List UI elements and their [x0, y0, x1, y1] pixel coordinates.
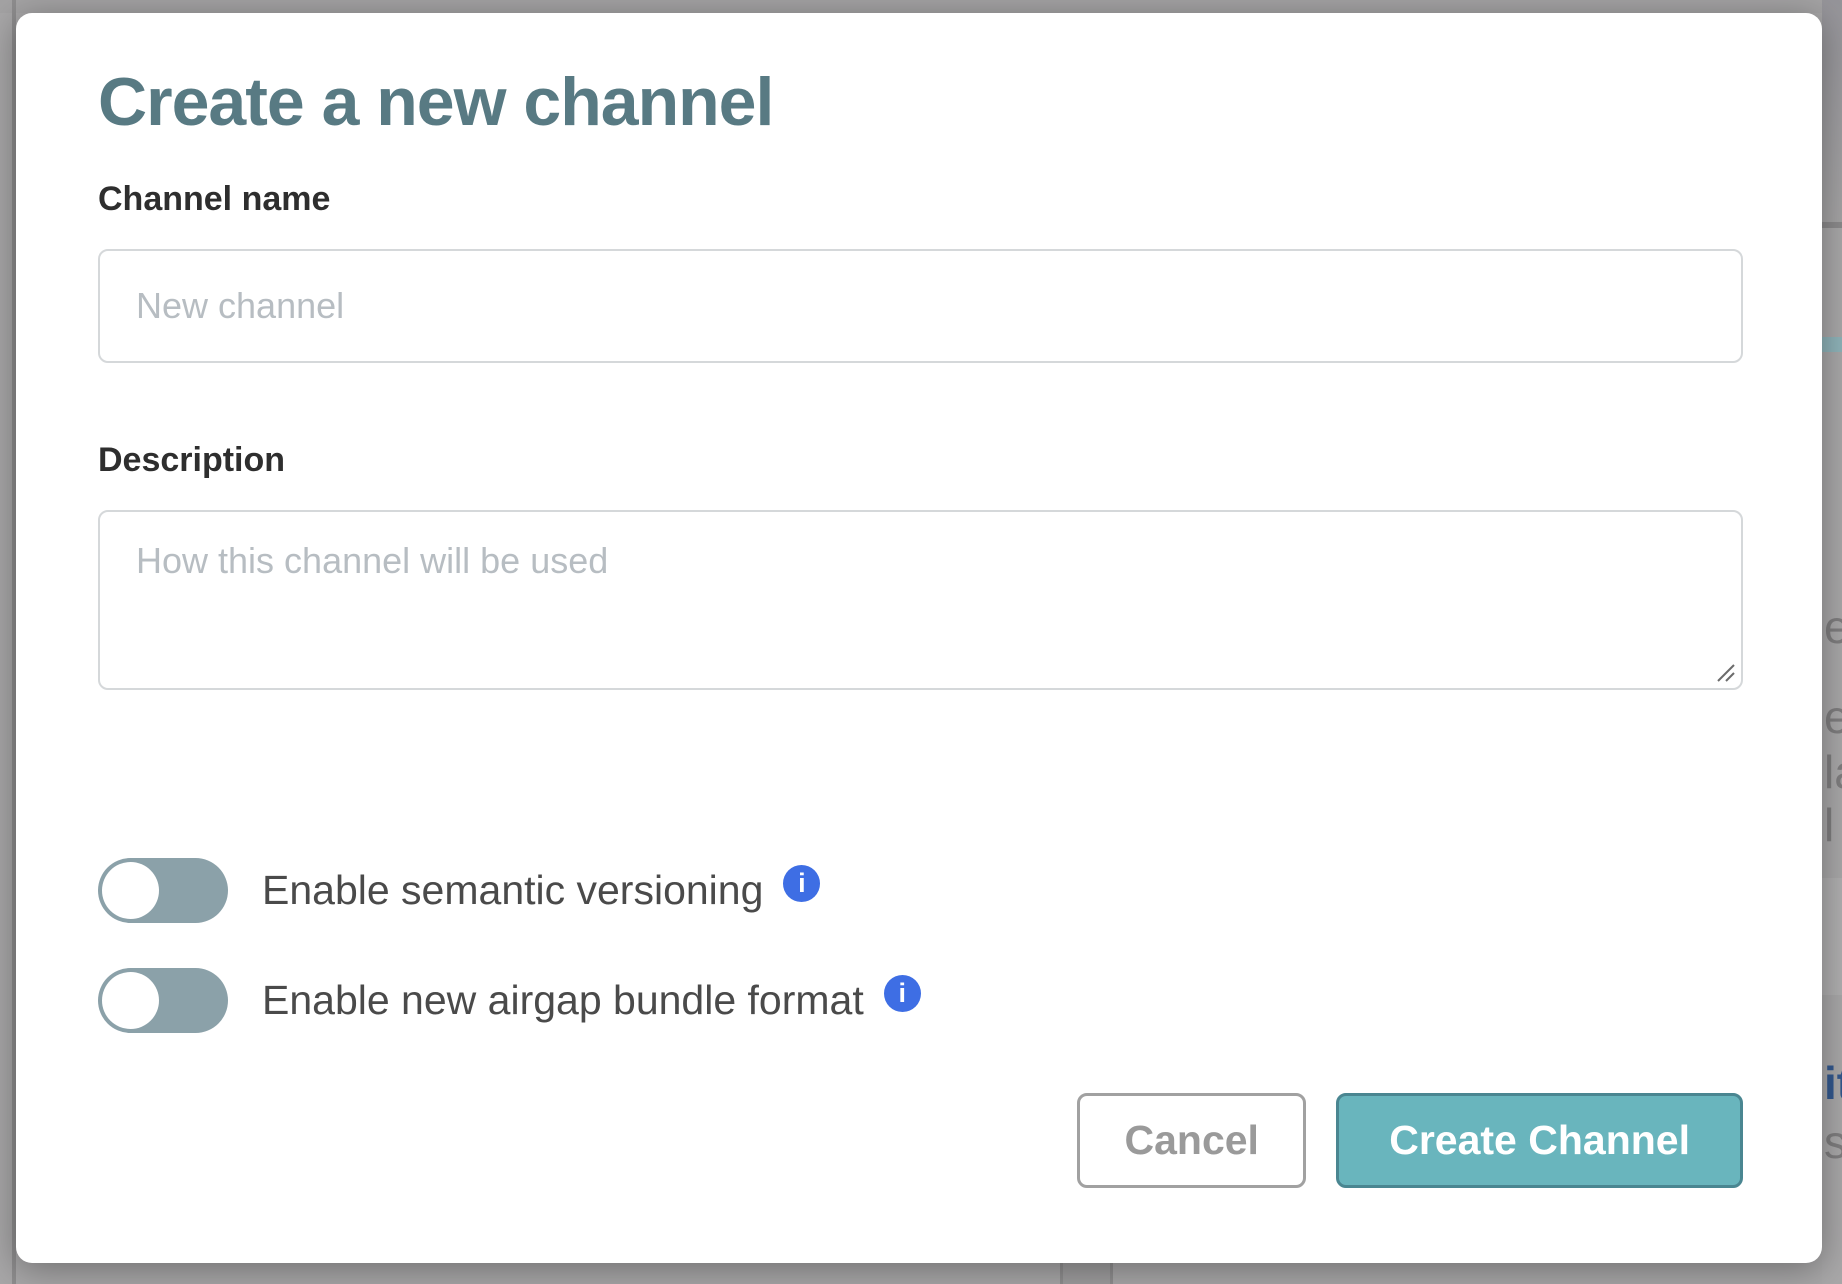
backdrop-header-shade [1822, 0, 1842, 222]
backdrop-link-fragment: it [1824, 1056, 1842, 1110]
backdrop-light-band [1822, 878, 1842, 995]
backdrop-text-fragment: s [1824, 1115, 1842, 1169]
semantic-versioning-label: Enable semantic versioning [262, 867, 763, 914]
channel-name-label: Channel name [98, 180, 1743, 219]
toggle-knob [102, 862, 159, 919]
description-label: Description [98, 441, 1743, 480]
info-icon[interactable]: i [783, 865, 820, 902]
backdrop-table-cell-edge [1060, 1263, 1113, 1284]
backdrop-right-strip: e e la l it s [1822, 0, 1842, 1284]
description-textarea-wrap [98, 510, 1743, 690]
backdrop-text-fragment: e [1824, 690, 1842, 744]
cancel-button[interactable]: Cancel [1077, 1093, 1306, 1188]
airgap-bundle-toggle[interactable] [98, 968, 228, 1033]
airgap-bundle-row: Enable new airgap bundle format i [98, 968, 1743, 1033]
modal-footer: Cancel Create Channel [98, 1093, 1743, 1188]
semantic-versioning-toggle[interactable] [98, 858, 228, 923]
semantic-versioning-row: Enable semantic versioning i [98, 858, 1743, 923]
toggle-group: Enable semantic versioning i Enable new … [98, 858, 1743, 1033]
info-icon[interactable]: i [884, 975, 921, 1012]
backdrop-text-fragment: l [1824, 798, 1834, 852]
description-textarea[interactable] [98, 510, 1743, 690]
backdrop-top-strip [0, 0, 1842, 13]
create-channel-modal: Create a new channel Channel name Descri… [16, 13, 1822, 1263]
channel-name-input[interactable] [98, 249, 1743, 363]
backdrop-teal-accent [1822, 337, 1842, 352]
toggle-knob [102, 972, 159, 1029]
backdrop-text-fragment: e [1824, 600, 1842, 654]
modal-title: Create a new channel [98, 68, 1743, 136]
airgap-bundle-label: Enable new airgap bundle format [262, 977, 864, 1024]
create-channel-button[interactable]: Create Channel [1336, 1093, 1743, 1188]
backdrop-text-fragment: la [1824, 745, 1842, 799]
textarea-resize-handle[interactable] [1714, 661, 1736, 683]
backdrop-divider-line [1822, 222, 1842, 228]
